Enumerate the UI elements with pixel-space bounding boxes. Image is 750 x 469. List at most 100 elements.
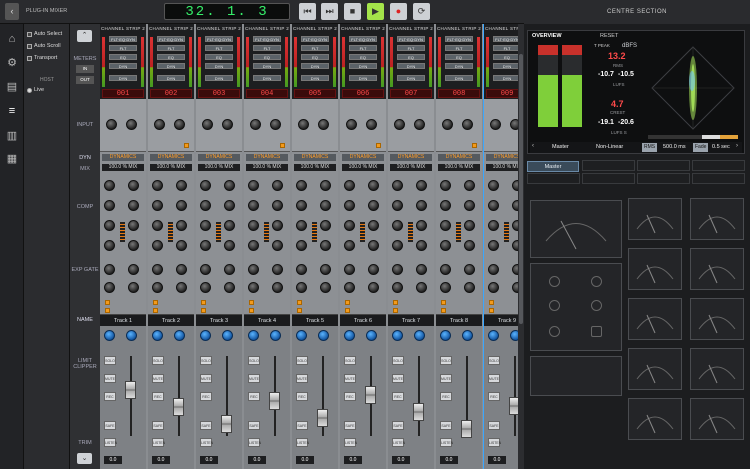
module-knob[interactable]	[549, 300, 560, 311]
volume-fader[interactable]	[365, 386, 376, 404]
mix-value[interactable]: 100.0 % MIX	[438, 164, 480, 171]
input-knob[interactable]	[106, 119, 117, 130]
plugin-slot[interactable]: DYN	[205, 75, 233, 81]
collapse-down-icon[interactable]: ⌄	[77, 453, 92, 464]
meters-out-button[interactable]: OUT	[76, 76, 94, 84]
plugin-slot[interactable]: FLT·EQ·DYN	[493, 36, 518, 42]
solo-button[interactable]: SOLO	[200, 356, 212, 365]
exp-toggle[interactable]	[201, 300, 206, 305]
fade-time[interactable]: 0.5 sec	[712, 144, 730, 150]
plugin-slot[interactable]: DYN	[397, 63, 425, 69]
safe-button[interactable]: SAFE	[248, 421, 260, 430]
dynamics-knob[interactable]	[440, 220, 451, 231]
volume-fader[interactable]	[173, 398, 184, 416]
exp-toggle[interactable]	[345, 300, 350, 305]
module-button[interactable]	[591, 326, 602, 337]
trim-value[interactable]: 0.0	[296, 456, 314, 464]
track-name[interactable]: Track 2	[148, 318, 194, 324]
dynamics-knob[interactable]	[176, 264, 187, 275]
dynamics-knob[interactable]	[440, 200, 451, 211]
safe-button[interactable]: SAFE	[200, 421, 212, 430]
safe-button[interactable]: SAFE	[392, 421, 404, 430]
listen-button[interactable]: LISTEN	[344, 438, 357, 447]
dynamics-header[interactable]: DYNAMICS	[342, 154, 384, 161]
plugin-slot[interactable]: DYN	[253, 75, 281, 81]
plugin-slot[interactable]: DYN	[493, 75, 518, 81]
mix-value[interactable]: 100.0 % MIX	[102, 164, 144, 171]
auto-select-option[interactable]: Auto Select	[27, 30, 62, 38]
dynamics-knob[interactable]	[200, 200, 211, 211]
trim-value[interactable]: 0.0	[440, 456, 458, 464]
output-knob[interactable]	[174, 119, 185, 130]
dynamics-knob[interactable]	[320, 264, 331, 275]
safe-button[interactable]: SAFE	[104, 421, 116, 430]
dynamics-knob[interactable]	[368, 264, 379, 275]
dynamics-knob[interactable]	[272, 264, 283, 275]
phase-toggle[interactable]	[184, 143, 189, 148]
pan-knob[interactable]	[510, 330, 518, 341]
exp-toggle[interactable]	[153, 300, 158, 305]
plugin-slot[interactable]: FLT·EQ·DYN	[253, 36, 281, 42]
output-knob[interactable]	[414, 119, 425, 130]
plugin-slot[interactable]: FLT·EQ·DYN	[157, 36, 185, 42]
checkbox[interactable]	[27, 31, 32, 37]
track-name[interactable]: Track 8	[436, 318, 482, 324]
dynamics-knob[interactable]	[200, 264, 211, 275]
mixer-icon[interactable]: ≡	[4, 104, 20, 118]
dynamics-knob[interactable]	[488, 220, 499, 231]
phase-toggle[interactable]	[376, 143, 381, 148]
pan-knob[interactable]	[366, 330, 377, 341]
dynamics-knob[interactable]	[224, 220, 235, 231]
output-knob[interactable]	[510, 119, 518, 130]
solo-button[interactable]: SOLO	[296, 356, 308, 365]
dynamics-knob[interactable]	[368, 282, 379, 293]
mix-value[interactable]: 100.0 % MIX	[390, 164, 432, 171]
dynamics-knob[interactable]	[176, 240, 187, 251]
fast-toggle[interactable]	[153, 308, 158, 313]
exp-toggle[interactable]	[105, 300, 110, 305]
plugin-slot[interactable]: EQ	[349, 54, 377, 60]
mode-select[interactable]: Non-Linear	[596, 144, 623, 150]
plugin-slot[interactable]: EQ	[493, 54, 518, 60]
dynamics-knob[interactable]	[296, 282, 307, 293]
plugin-slot[interactable]: FLT	[397, 45, 425, 51]
module-knob[interactable]	[549, 276, 560, 287]
dynamics-knob[interactable]	[320, 180, 331, 191]
dynamics-header[interactable]: DYNAMICS	[150, 154, 192, 161]
plugin-slot[interactable]: FLT	[493, 45, 518, 51]
exp-toggle[interactable]	[249, 300, 254, 305]
solo-button[interactable]: SOLO	[248, 356, 260, 365]
mute-button[interactable]: MUTE	[440, 374, 452, 383]
dynamics-knob[interactable]	[128, 220, 139, 231]
rec-button[interactable]: REC	[488, 392, 500, 401]
loop-button[interactable]: ⟳	[413, 3, 430, 20]
dynamics-knob[interactable]	[392, 180, 403, 191]
dynamics-knob[interactable]	[176, 200, 187, 211]
dynamics-knob[interactable]	[272, 220, 283, 231]
transport-option[interactable]: Transport	[27, 54, 57, 62]
dynamics-knob[interactable]	[368, 180, 379, 191]
listen-button[interactable]: LISTEN	[200, 438, 213, 447]
dynamics-knob[interactable]	[248, 264, 259, 275]
dynamics-knob[interactable]	[128, 264, 139, 275]
volume-fader[interactable]	[125, 381, 136, 399]
dynamics-header[interactable]: DYNAMICS	[198, 154, 240, 161]
source-select[interactable]: Master	[552, 144, 569, 150]
track-name[interactable]: Track 5	[292, 318, 338, 324]
pan-knob[interactable]	[414, 330, 425, 341]
rec-button[interactable]: REC	[296, 392, 308, 401]
mute-button[interactable]: MUTE	[296, 374, 308, 383]
phase-toggle[interactable]	[472, 143, 477, 148]
pan-knob[interactable]	[270, 330, 281, 341]
dynamics-knob[interactable]	[104, 264, 115, 275]
dynamics-knob[interactable]	[344, 240, 355, 251]
dynamics-knob[interactable]	[272, 180, 283, 191]
mute-button[interactable]: MUTE	[200, 374, 212, 383]
fader-bank-icon[interactable]: ▥	[4, 129, 20, 143]
dynamics-knob[interactable]	[152, 240, 163, 251]
plugin-slot[interactable]: DYN	[205, 63, 233, 69]
dynamics-knob[interactable]	[248, 240, 259, 251]
track-name[interactable]: Track 4	[244, 318, 290, 324]
mute-button[interactable]: MUTE	[248, 374, 260, 383]
rewind-button[interactable]: ⏮	[299, 3, 316, 20]
